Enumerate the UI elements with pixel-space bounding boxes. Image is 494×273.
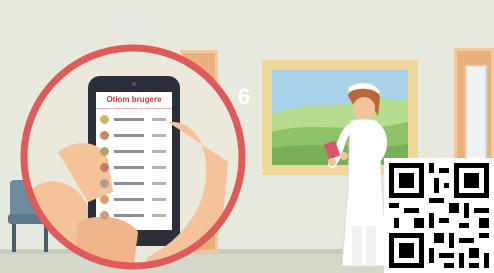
list-item[interactable] [100, 127, 168, 143]
status-placeholder [152, 197, 166, 201]
list-item[interactable] [100, 143, 168, 159]
status-placeholder [152, 213, 166, 217]
avatar [100, 114, 109, 124]
name-placeholder [114, 117, 144, 121]
status-placeholder [152, 181, 166, 185]
qr-code-graphic [384, 158, 494, 273]
status-placeholder [152, 133, 166, 137]
status-placeholder [152, 165, 166, 169]
name-placeholder [114, 181, 144, 185]
list-item[interactable] [100, 159, 168, 175]
status-placeholder [152, 117, 166, 121]
list-item[interactable] [100, 111, 168, 127]
name-placeholder [114, 133, 144, 137]
avatar [100, 178, 109, 188]
avatar [100, 162, 109, 172]
avatar [100, 130, 109, 140]
name-placeholder [114, 197, 144, 201]
scene: 6 Otiom brugere [0, 0, 494, 273]
list-item[interactable] [100, 175, 168, 191]
phone-screen: Otiom brugere [96, 92, 172, 230]
avatar [100, 194, 109, 204]
user-list [96, 109, 172, 225]
qr-code-icon [384, 158, 494, 273]
list-item[interactable] [100, 207, 168, 223]
avatar [100, 210, 109, 220]
avatar [100, 146, 109, 156]
name-placeholder [114, 165, 144, 169]
list-item[interactable] [100, 191, 168, 207]
status-placeholder [152, 149, 166, 153]
phone-header-title: Otiom brugere [96, 92, 172, 109]
name-placeholder [114, 213, 144, 217]
name-placeholder [114, 149, 144, 153]
